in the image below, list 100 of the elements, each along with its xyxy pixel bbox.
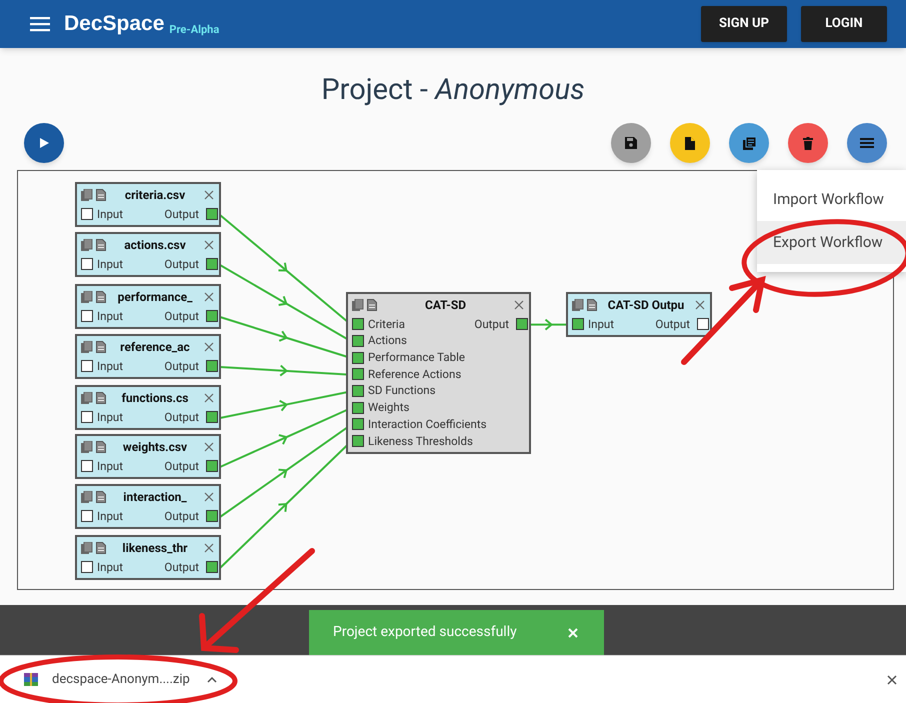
port-label: Output	[164, 256, 199, 273]
download-filename[interactable]: decspace-Anonym....zip	[52, 670, 190, 690]
file-icon[interactable]	[367, 299, 377, 311]
port-label: Likeness Thresholds	[368, 432, 473, 450]
menu-icon[interactable]	[30, 16, 50, 32]
file-icon[interactable]	[96, 239, 106, 251]
copy-icon[interactable]	[81, 542, 93, 554]
port[interactable]	[81, 561, 93, 574]
run-button[interactable]	[24, 123, 64, 163]
port-label: Reference Actions	[368, 366, 462, 383]
port[interactable]	[352, 352, 364, 364]
delete-button[interactable]	[788, 123, 828, 163]
file-icon[interactable]	[96, 441, 106, 453]
workflow-node[interactable]: performance_ Input Output	[75, 284, 221, 329]
close-icon[interactable]	[204, 543, 214, 553]
file-icon[interactable]	[96, 542, 106, 554]
port[interactable]	[206, 460, 218, 472]
port[interactable]	[516, 318, 528, 330]
close-icon[interactable]	[514, 300, 524, 310]
file-icon[interactable]	[96, 392, 106, 404]
copy-icon[interactable]	[81, 189, 93, 201]
port-label: Input	[97, 508, 124, 525]
copy-icon[interactable]	[81, 341, 93, 353]
save-button[interactable]	[611, 123, 651, 163]
close-icon[interactable]	[204, 393, 214, 403]
copy-icon[interactable]	[81, 239, 93, 251]
copy-icon[interactable]	[352, 299, 364, 311]
header-button[interactable]: LOGIN	[801, 6, 887, 42]
port[interactable]	[352, 368, 364, 380]
copy-icon[interactable]	[572, 299, 584, 311]
port-label: Input	[588, 316, 614, 333]
header-button[interactable]: SIGN UP	[701, 6, 787, 42]
version-label: Pre-Alpha	[169, 22, 220, 38]
port[interactable]	[352, 435, 364, 448]
port-label: Output	[164, 458, 199, 475]
file-icon[interactable]	[587, 299, 597, 311]
file-icon[interactable]	[96, 291, 106, 303]
port[interactable]	[206, 310, 218, 322]
workflow-node[interactable]: likeness_thr Input Output	[75, 535, 221, 580]
file-icon[interactable]	[96, 189, 106, 201]
port[interactable]	[206, 360, 218, 372]
close-icon[interactable]	[204, 292, 214, 302]
port[interactable]	[352, 402, 364, 414]
port[interactable]	[81, 411, 93, 424]
port[interactable]	[81, 360, 93, 372]
close-icon[interactable]	[204, 240, 214, 250]
port[interactable]	[206, 411, 218, 424]
port[interactable]	[206, 258, 218, 270]
menu-item[interactable]: Import Workflow	[757, 178, 906, 221]
node-title: interaction_	[122, 489, 188, 506]
node-title: reference_ac	[119, 339, 191, 356]
port[interactable]	[81, 460, 93, 472]
port-label: Performance Table	[368, 349, 465, 366]
port-label: Input	[97, 358, 124, 375]
workflow-node[interactable]: reference_ac Input Output	[75, 334, 221, 379]
port[interactable]	[352, 318, 364, 330]
port[interactable]	[352, 335, 364, 348]
port[interactable]	[81, 310, 93, 322]
chevron-up-icon[interactable]	[206, 676, 217, 682]
port[interactable]	[81, 258, 93, 270]
workflow-node[interactable]: interaction_ Input Output	[75, 484, 221, 529]
port-label: Output	[164, 206, 199, 223]
port-label: Input	[97, 458, 124, 475]
close-icon[interactable]	[887, 674, 897, 684]
close-icon[interactable]	[204, 342, 214, 352]
archive-icon	[24, 673, 38, 686]
new-button[interactable]	[670, 123, 710, 163]
port[interactable]	[352, 418, 364, 430]
port[interactable]	[206, 510, 218, 522]
copy-icon[interactable]	[81, 291, 93, 303]
port-label: Weights	[368, 399, 410, 416]
port-label: Output	[164, 508, 199, 525]
port-label: Criteria	[368, 316, 405, 333]
close-icon[interactable]	[204, 442, 214, 452]
close-icon[interactable]	[204, 492, 214, 502]
port[interactable]	[352, 385, 364, 398]
menu-button[interactable]	[847, 123, 887, 163]
close-icon[interactable]	[204, 190, 214, 200]
workflow-node[interactable]: functions.cs Input Output	[75, 385, 221, 430]
workflow-node[interactable]: CAT-SD Criteria Output Actions Performance Table Reference Actions SD Functions Weights Interaction Coefficients Likeness Thresholds	[346, 292, 531, 454]
copy-icon[interactable]	[81, 491, 93, 503]
copy-icon	[742, 136, 756, 150]
workflow-node[interactable]: CAT-SD Outpu Input Output	[566, 292, 712, 337]
port-label: Input	[97, 206, 124, 223]
port[interactable]	[81, 510, 93, 522]
copy-icon[interactable]	[81, 441, 93, 453]
port[interactable]	[206, 208, 218, 220]
copy-button[interactable]	[729, 123, 769, 163]
port[interactable]	[81, 208, 93, 220]
workflow-node[interactable]: criteria.csv Input Output	[75, 182, 221, 227]
file-icon[interactable]	[96, 341, 106, 353]
copy-icon[interactable]	[81, 392, 93, 404]
file-icon[interactable]	[96, 491, 106, 503]
close-icon[interactable]	[695, 300, 705, 310]
workflow-node[interactable]: weights.csv Input Output	[75, 434, 221, 479]
node-title: criteria.csv	[124, 187, 186, 204]
port[interactable]	[572, 318, 584, 330]
port[interactable]	[697, 318, 709, 330]
workflow-node[interactable]: actions.csv Input Output	[75, 232, 221, 277]
port[interactable]	[206, 561, 218, 574]
